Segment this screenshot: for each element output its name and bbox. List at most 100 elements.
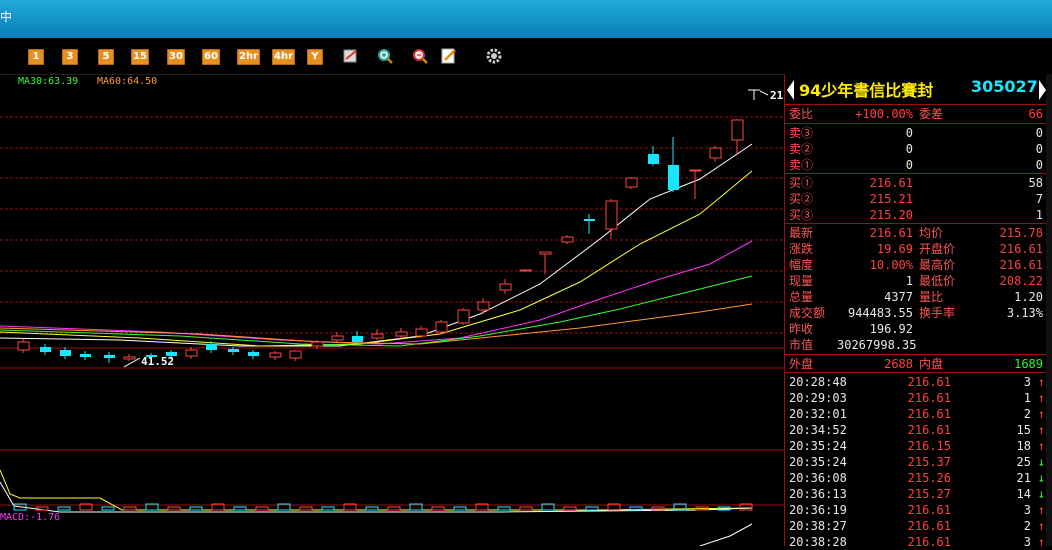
tick-row: 20:32:01 216.61 2 ↑ bbox=[785, 406, 1047, 422]
tick-volume: 14 bbox=[1016, 487, 1031, 501]
candle-body bbox=[248, 352, 259, 356]
period-2hr-button[interactable]: 2hr bbox=[237, 49, 261, 65]
arrow-up-icon: ↑ bbox=[1037, 375, 1045, 389]
ask-row-1: 卖③ 0 0 bbox=[785, 125, 1047, 141]
tick-volume: 18 bbox=[1016, 439, 1031, 453]
tick-time: 20:36:08 bbox=[789, 471, 847, 485]
draw-icon[interactable] bbox=[342, 47, 360, 65]
window-titlebar: 中 bbox=[0, 0, 1052, 38]
period-60-button[interactable]: 60 bbox=[202, 49, 220, 65]
high-value: 216.61 bbox=[999, 258, 1043, 272]
period-3-button[interactable]: 3 bbox=[62, 49, 78, 65]
arrow-down-icon: ↓ bbox=[1037, 471, 1045, 485]
arrow-up-icon: ↑ bbox=[1037, 423, 1045, 437]
period-4hr-button[interactable]: 4hr bbox=[272, 49, 296, 65]
weibi-value: +100.00% bbox=[855, 107, 913, 121]
kline-chart[interactable]: MA30:63.39 MA60:64.50 216.61 41.52 MACD:… bbox=[0, 74, 784, 546]
inner-value: 1689 bbox=[1014, 357, 1043, 371]
macd-bar bbox=[255, 506, 269, 511]
chart-toolbar: 1 3 5 15 30 60 2hr 4hr Y bbox=[0, 38, 1052, 75]
mktcap-label: 市值 bbox=[789, 338, 814, 352]
panel-scrollbar[interactable] bbox=[1046, 74, 1052, 546]
tick-price: 216.61 bbox=[907, 423, 951, 437]
arrow-up-icon: ↑ bbox=[1037, 535, 1045, 549]
tick-row: 20:34:52 216.61 15 ↑ bbox=[785, 422, 1047, 438]
weibi-row: 委比 +100.00% 委差 66 bbox=[785, 106, 1047, 122]
macd-bar bbox=[563, 506, 577, 511]
candle-body bbox=[457, 309, 470, 324]
bid-price: 216.61 bbox=[869, 176, 913, 190]
bid-row-1: 买① 216.61 58 bbox=[785, 175, 1047, 191]
pct-value: 10.00% bbox=[869, 258, 913, 272]
tick-time: 20:29:03 bbox=[789, 391, 847, 405]
tick-price: 216.15 bbox=[907, 439, 951, 453]
candle-body bbox=[40, 347, 51, 352]
bid-label: 买① bbox=[789, 176, 814, 190]
macd-bar bbox=[519, 506, 533, 511]
stock-name: 94少年書信比賽封 bbox=[799, 81, 934, 100]
candle-body bbox=[625, 177, 638, 188]
arrow-up-icon: ↑ bbox=[1037, 503, 1045, 517]
amount-row: 成交额 944483.55 换手率 3.13% bbox=[785, 305, 1047, 321]
candle-body bbox=[539, 251, 552, 255]
macd-bar bbox=[101, 506, 115, 511]
macd-bar bbox=[387, 506, 401, 511]
tick-row: 20:36:13 215.27 14 ↓ bbox=[785, 486, 1047, 502]
bid-label: 买② bbox=[789, 192, 814, 206]
period-y-button[interactable]: Y bbox=[307, 49, 323, 65]
ma60-label: MA60:64.50 bbox=[97, 76, 157, 87]
arrow-down-icon: ↓ bbox=[1037, 455, 1045, 469]
quote-panel: 94少年書信比賽封 305027 委比 +100.00% 委差 66 卖③ 0 0 卖… bbox=[784, 74, 1052, 549]
bid-row-2: 买② 215.21 7 bbox=[785, 191, 1047, 207]
period-15-button[interactable]: 15 bbox=[131, 49, 149, 65]
tick-price: 216.61 bbox=[907, 503, 951, 517]
edit-icon[interactable] bbox=[440, 47, 458, 65]
candle-body bbox=[584, 219, 595, 221]
period-5-button[interactable]: 5 bbox=[98, 49, 114, 65]
candle-body bbox=[269, 352, 282, 358]
candle-body bbox=[123, 356, 136, 360]
price-grid bbox=[0, 116, 784, 506]
tick-row: 20:29:03 216.61 1 ↑ bbox=[785, 390, 1047, 406]
cur-value: 1 bbox=[905, 274, 913, 288]
tick-price: 215.27 bbox=[907, 487, 951, 501]
gear-icon[interactable] bbox=[485, 47, 503, 65]
tick-price: 216.61 bbox=[907, 375, 951, 389]
tick-time: 20:38:28 bbox=[789, 535, 847, 549]
candle-body bbox=[561, 236, 574, 243]
high-label: 最高价 bbox=[919, 258, 956, 272]
macd-tail-line bbox=[699, 523, 753, 546]
period-30-button[interactable]: 30 bbox=[167, 49, 185, 65]
ask-label: 卖② bbox=[789, 142, 814, 156]
avg-label: 均价 bbox=[919, 226, 944, 240]
total-value: 4377 bbox=[884, 290, 913, 304]
outer-value: 2688 bbox=[884, 357, 913, 371]
prev-close-row: 昨收 196.92 bbox=[785, 321, 1047, 337]
tick-volume: 25 bbox=[1016, 455, 1031, 469]
tick-price: 216.61 bbox=[907, 391, 951, 405]
tick-price: 216.61 bbox=[907, 407, 951, 421]
tick-time: 20:28:48 bbox=[789, 375, 847, 389]
candle-body bbox=[519, 269, 532, 272]
macd-bar bbox=[651, 506, 665, 511]
prev-stock-icon[interactable] bbox=[787, 80, 795, 100]
tick-time: 20:35:24 bbox=[789, 439, 847, 453]
tick-row: 20:36:08 215.26 21 ↓ bbox=[785, 470, 1047, 486]
candle-body bbox=[668, 165, 679, 190]
amount-value: 944483.55 bbox=[847, 306, 913, 320]
tick-volume: 15 bbox=[1016, 423, 1031, 437]
turnover-label: 换手率 bbox=[919, 306, 956, 320]
period-1-button[interactable]: 1 bbox=[28, 49, 44, 65]
candle-body bbox=[709, 147, 722, 159]
high-marker-pointer bbox=[759, 90, 769, 96]
total-row: 总量 4377 量比 1.20 bbox=[785, 289, 1047, 305]
candle-body bbox=[731, 119, 744, 141]
tick-volume: 21 bbox=[1016, 471, 1031, 485]
zoom-in-icon[interactable] bbox=[376, 47, 394, 65]
macd-bar bbox=[233, 506, 247, 511]
candle-body bbox=[185, 349, 198, 357]
candle-body bbox=[648, 154, 659, 164]
zoom-out-icon[interactable] bbox=[411, 47, 429, 65]
ask-price: 0 bbox=[905, 126, 913, 140]
outer-label: 外盘 bbox=[789, 357, 814, 371]
